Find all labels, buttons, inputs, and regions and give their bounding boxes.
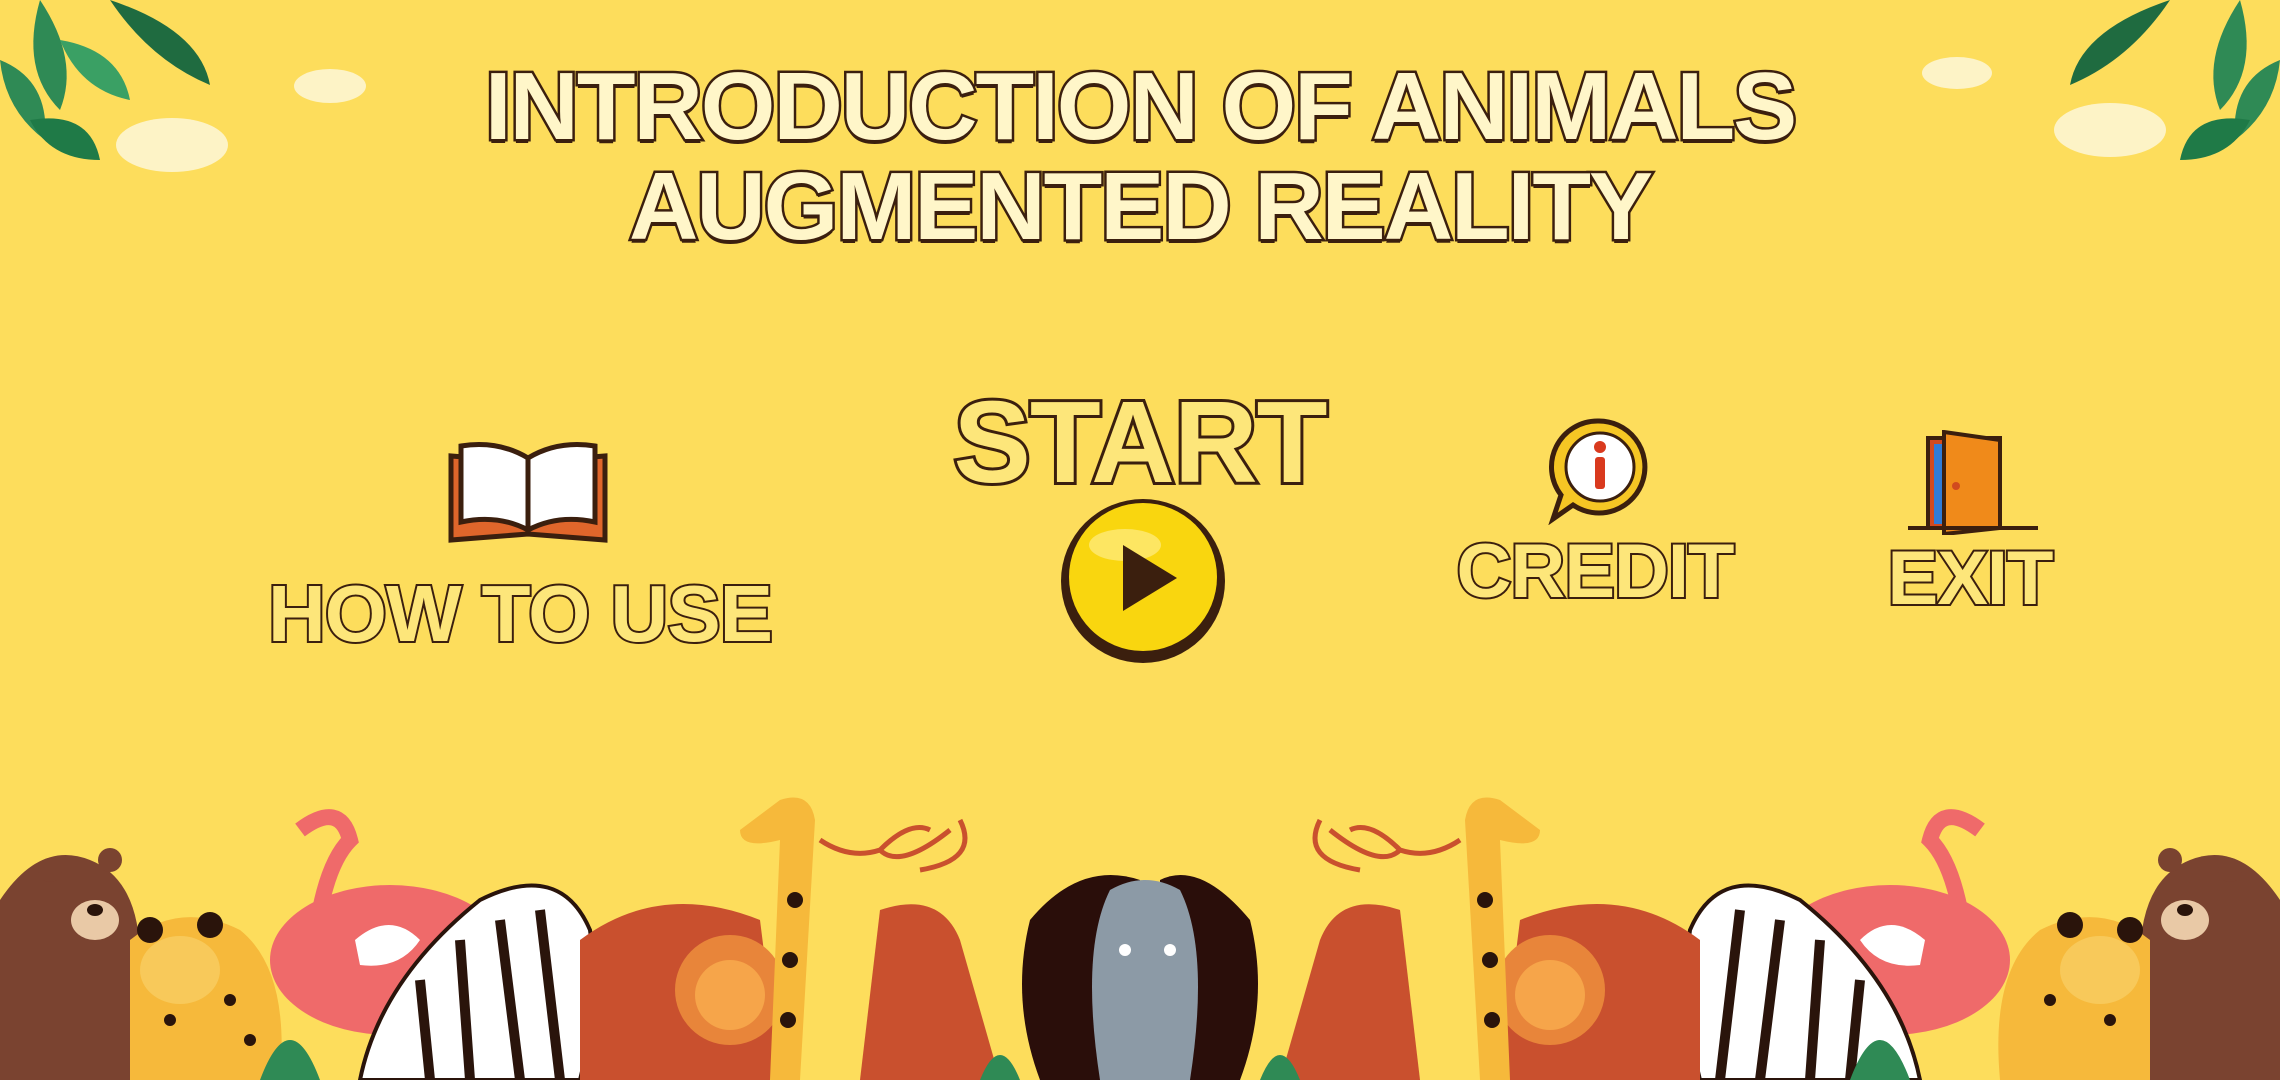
bear-illustration <box>2140 848 2280 1080</box>
elephant-illustration <box>1022 875 1258 1080</box>
animals-illustration <box>0 797 2280 1080</box>
leopard-illustration <box>130 912 282 1080</box>
info-icon <box>1548 418 1648 525</box>
exit-label: EXIT <box>1886 534 2056 623</box>
how-to-use-label: HOW TO USE <box>266 567 775 660</box>
play-icon <box>1061 499 1225 663</box>
lion-illustration <box>1495 904 1700 1080</box>
leopard-illustration <box>1998 912 2150 1080</box>
exit-button[interactable]: EXIT <box>1860 430 2080 623</box>
door-icon <box>1908 430 2038 535</box>
lion-illustration <box>580 904 785 1080</box>
deer-illustration <box>818 818 1000 1080</box>
deer-illustration <box>1280 818 1462 1080</box>
how-to-use-button[interactable]: HOW TO USE <box>250 430 790 660</box>
credit-label: CREDIT <box>1455 527 1737 616</box>
title-line-2: AUGMENTED REALITY <box>627 151 1656 263</box>
start-button[interactable]: START <box>940 374 1340 670</box>
open-book-icon <box>448 442 608 543</box>
bear-illustration <box>0 848 140 1080</box>
title-line-1: INTRODUCTION OF ANIMALS <box>482 51 1799 163</box>
credit-button[interactable]: CREDIT <box>1450 415 1740 616</box>
start-label: START <box>950 374 1330 510</box>
